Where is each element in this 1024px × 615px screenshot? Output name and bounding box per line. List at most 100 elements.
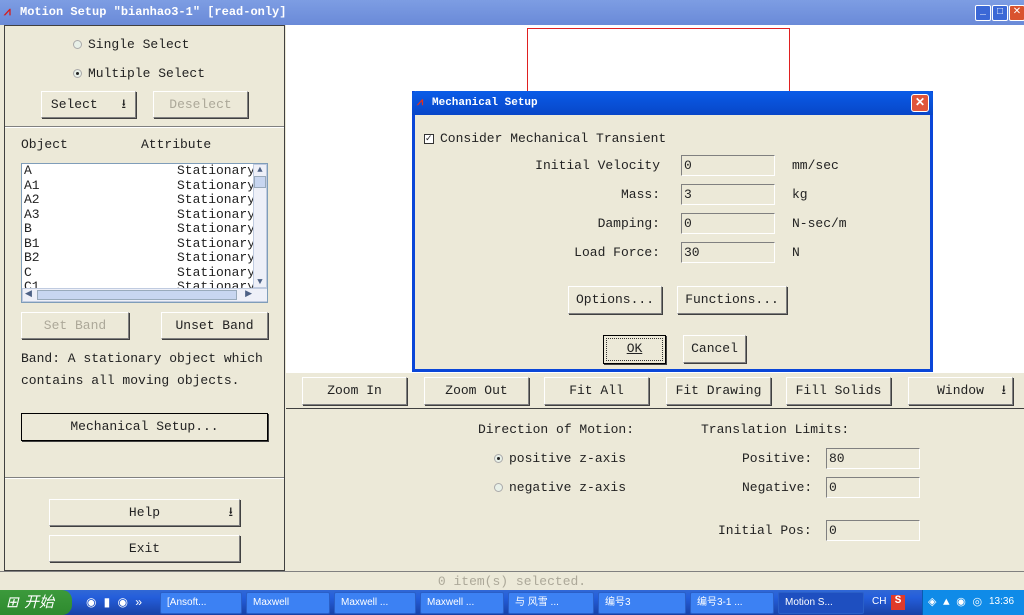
field-unit: N xyxy=(792,245,800,260)
set-band-button[interactable]: Set Band xyxy=(21,312,129,339)
start-button[interactable]: ⊞ 开始 xyxy=(0,590,72,615)
close-button[interactable]: ✕ xyxy=(1009,5,1024,21)
positive-label: Positive: xyxy=(742,451,813,466)
limits-label: Translation Limits: xyxy=(701,422,850,437)
single-select-radio[interactable]: Single Select xyxy=(73,37,189,52)
initial-pos-input[interactable]: 0 xyxy=(826,520,920,541)
help-button[interactable]: Help ⭳ xyxy=(49,499,240,526)
object-name: B2 xyxy=(24,250,40,265)
field-input[interactable]: 3 xyxy=(681,184,775,205)
quick-launch-icons[interactable]: ◉ ▮ ◉ » xyxy=(86,595,142,610)
field-label: Initial Velocity xyxy=(535,158,660,173)
object-attribute: Stationary xyxy=(177,177,256,193)
list-item[interactable]: A Stationary xyxy=(22,164,267,179)
left-panel: Single Select Multiple Select Select ⭳ D… xyxy=(4,25,285,571)
app-logo-icon: ⩘ xyxy=(4,5,11,19)
taskbar-item[interactable]: 与 风雪 ... xyxy=(508,592,594,614)
list-item[interactable]: B1 Stationary xyxy=(22,235,267,252)
select-dropdown-button[interactable]: Select ⭳ xyxy=(41,91,136,118)
initial-pos-label: Initial Pos: xyxy=(718,523,812,538)
object-name: A3 xyxy=(24,206,40,222)
list-item[interactable]: A2 Stationary xyxy=(22,193,267,208)
maximize-button[interactable]: □ xyxy=(992,5,1008,21)
fit-all-button[interactable]: Fit All xyxy=(544,377,649,405)
arrow-down-icon: ⭳ xyxy=(1001,383,1006,398)
object-column-header: Object xyxy=(21,137,68,152)
negative-z-radio[interactable]: negative z-axis xyxy=(494,480,626,495)
fill-solids-button[interactable]: Fill Solids xyxy=(786,377,891,405)
dialog-close-button[interactable]: ✕ xyxy=(911,94,929,112)
options-button[interactable]: Options... xyxy=(568,286,662,314)
object-attribute: Stationary xyxy=(177,235,256,251)
ok-button[interactable]: OK xyxy=(603,335,666,364)
attribute-column-header: Attribute xyxy=(141,137,212,152)
taskbar-item[interactable]: Motion S... xyxy=(778,592,864,614)
negative-label: Negative: xyxy=(742,480,813,495)
list-item[interactable]: B2 Stationary xyxy=(22,251,267,266)
taskbar-item[interactable]: 编号3 xyxy=(598,592,686,614)
field-input[interactable]: 0 xyxy=(681,155,775,176)
taskbar: ⊞ 开始 ◉ ▮ ◉ » [Ansoft... Maxwell Maxwell ...… xyxy=(0,590,1024,615)
positive-limit-input[interactable]: 80 xyxy=(826,448,920,469)
app-logo-icon: ⩘ xyxy=(417,97,424,109)
zoom-in-button[interactable]: Zoom In xyxy=(302,377,407,405)
field-unit: kg xyxy=(792,187,808,202)
object-name: A2 xyxy=(24,192,40,207)
tray-icons[interactable]: ◈ ▲ ◉ ◎ xyxy=(928,595,982,609)
field-unit: N-sec/m xyxy=(792,216,847,231)
field-label: Mass: xyxy=(620,187,660,202)
field-input[interactable]: 0 xyxy=(681,213,775,234)
clock: 13:36 xyxy=(989,596,1015,607)
direction-label: Direction of Motion: xyxy=(478,422,635,437)
multiple-select-radio[interactable]: Multiple Select xyxy=(73,66,205,81)
status-bar: 0 item(s) selected. xyxy=(0,571,1024,591)
consider-transient-checkbox[interactable]: ✓ Consider Mechanical Transient xyxy=(424,131,666,146)
ime-icon[interactable]: S xyxy=(891,595,905,610)
fit-drawing-button[interactable]: Fit Drawing xyxy=(666,377,771,405)
field-label: Load Force: xyxy=(574,245,660,260)
language-indicator[interactable]: CH xyxy=(872,596,886,607)
mechanical-setup-button[interactable]: Mechanical Setup... xyxy=(21,413,268,441)
negative-limit-input[interactable]: 0 xyxy=(826,477,920,498)
object-list[interactable]: A Stationary A1 Stationary A2 Stationary A3 Sta… xyxy=(21,163,268,303)
field-input[interactable]: 30 xyxy=(681,242,775,263)
system-tray: ◈ ▲ ◉ ◎ 13:36 xyxy=(922,590,1024,615)
object-attribute: Stationary xyxy=(177,192,256,207)
functions-button[interactable]: Functions... xyxy=(677,286,787,314)
windows-logo-icon: ⊞ xyxy=(6,594,19,611)
object-name: A1 xyxy=(24,177,40,193)
arrow-down-icon: ⭳ xyxy=(228,505,233,520)
field-unit: mm/sec xyxy=(792,158,839,173)
object-attribute: Stationary xyxy=(177,264,256,280)
list-item[interactable]: A3 Stationary xyxy=(22,206,267,223)
title-bar: ⩘ Motion Setup "bianhao3-1" [read-only] xyxy=(0,0,1024,25)
dialog-title: Mechanical Setup xyxy=(432,97,538,109)
object-name: A xyxy=(24,163,32,178)
taskbar-item[interactable]: 编号3-1 ... xyxy=(690,592,774,614)
window-dropdown-button[interactable]: Window ⭳ xyxy=(908,377,1013,405)
list-item[interactable]: A1 Stationary xyxy=(22,177,267,194)
view-toolbar: Zoom In Zoom Out Fit All Fit Drawing Fil… xyxy=(286,373,1024,409)
positive-z-radio[interactable]: positive z-axis xyxy=(494,451,626,466)
taskbar-item[interactable]: Maxwell ... xyxy=(420,592,504,614)
field-label: Damping: xyxy=(597,216,660,231)
cancel-button[interactable]: Cancel xyxy=(683,335,746,363)
object-name: B1 xyxy=(24,235,40,251)
list-item[interactable]: C Stationary xyxy=(22,264,267,281)
zoom-out-button[interactable]: Zoom Out xyxy=(424,377,529,405)
horizontal-scrollbar[interactable]: ◀ ▶ xyxy=(22,288,267,302)
object-name: B xyxy=(24,221,32,236)
minimize-button[interactable]: _ xyxy=(975,5,991,21)
taskbar-item[interactable]: [Ansoft... xyxy=(160,592,242,614)
taskbar-item[interactable]: Maxwell ... xyxy=(334,592,416,614)
taskbar-item[interactable]: Maxwell xyxy=(246,592,330,614)
band-description: Band: A stationary object which contains… xyxy=(21,351,263,388)
object-attribute: Stationary xyxy=(177,206,256,222)
list-item[interactable]: B Stationary xyxy=(22,222,267,237)
unset-band-button[interactable]: Unset Band xyxy=(161,312,268,339)
window-title: Motion Setup "bianhao3-1" [read-only] xyxy=(20,5,287,19)
vertical-scrollbar[interactable]: ▲ ▼ xyxy=(253,164,267,288)
deselect-button[interactable]: Deselect xyxy=(153,91,248,118)
object-attribute: Stationary xyxy=(177,250,256,265)
exit-button[interactable]: Exit xyxy=(49,535,240,562)
